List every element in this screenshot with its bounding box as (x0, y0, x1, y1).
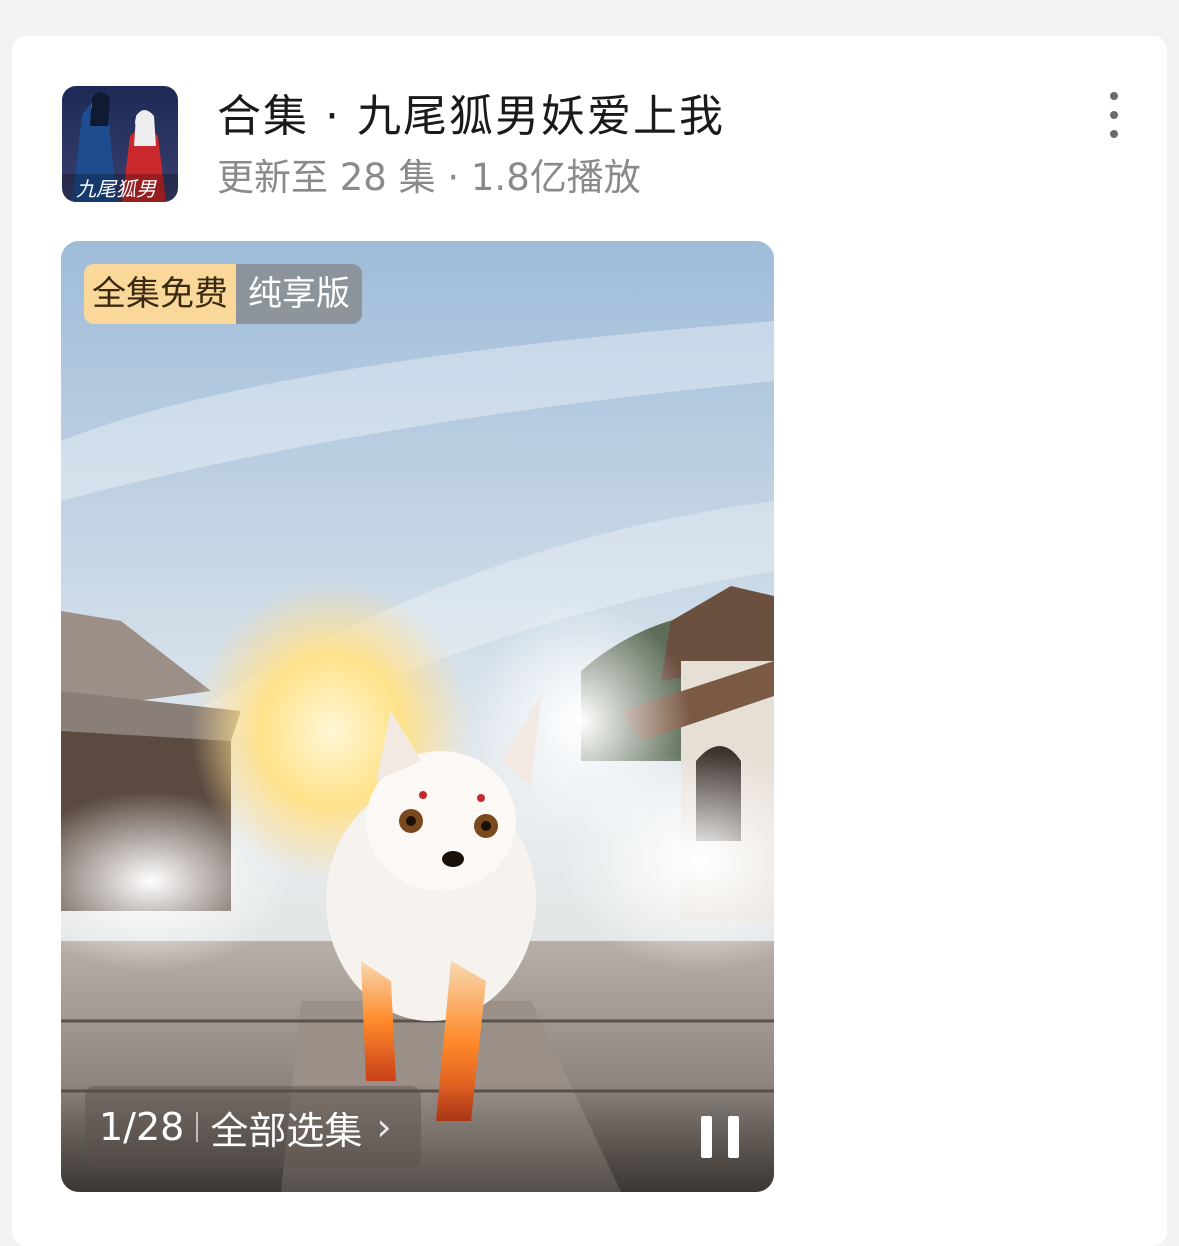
pause-button[interactable] (701, 1116, 739, 1158)
all-episodes-label: 全部选集 (210, 1108, 363, 1153)
more-vertical-icon (1110, 92, 1118, 100)
collection-cover[interactable]: 九尾狐男 (62, 86, 178, 202)
more-options-button[interactable] (1098, 92, 1130, 138)
video-player[interactable]: 全集免费 纯享版 1/28 全部选集 › (61, 241, 774, 1192)
video-frame (61, 241, 774, 1192)
collection-subtitle: 更新至 28 集 · 1.8亿播放 (217, 156, 641, 199)
free-badge: 全集免费 (84, 264, 236, 324)
chevron-right-icon: › (376, 1105, 392, 1149)
episode-counter: 1/28 (99, 1105, 185, 1149)
episode-selector-button[interactable]: 1/28 全部选集 › (85, 1086, 421, 1168)
drama-cover-thumbnail: 九尾狐男 (62, 86, 178, 202)
divider (196, 1112, 199, 1142)
version-badge: 纯享版 (236, 264, 362, 324)
badge-group: 全集免费 纯享版 (84, 264, 362, 324)
collection-title[interactable]: 合集 · 九尾狐男妖爱上我 (217, 90, 725, 144)
pause-icon (701, 1116, 712, 1158)
svg-text:九尾狐男: 九尾狐男 (76, 177, 157, 201)
